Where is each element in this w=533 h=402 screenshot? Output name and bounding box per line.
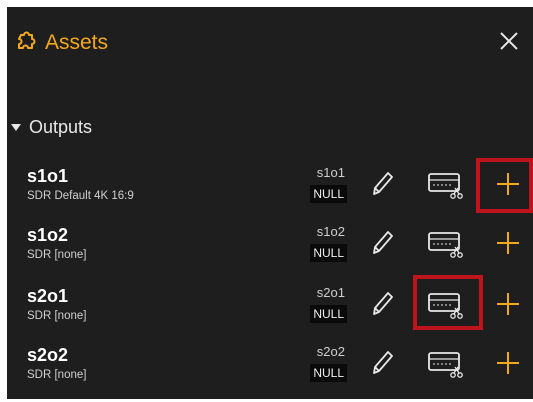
close-icon[interactable] [497, 29, 521, 53]
output-id: s1o1 [316, 165, 345, 180]
null-badge: NULL [310, 185, 347, 203]
output-subtitle: SDR [none] [27, 310, 87, 322]
clip-scissors-icon[interactable] [427, 230, 465, 260]
list-item[interactable]: s1o2 SDR [none] s1o2 NULL [7, 224, 533, 282]
list-item[interactable]: s2o1 SDR [none] s2o1 NULL [7, 285, 533, 343]
output-name: s1o2 [27, 225, 69, 245]
plus-icon[interactable] [495, 291, 521, 317]
plus-icon[interactable] [495, 230, 521, 256]
output-name: s2o2 [27, 345, 69, 365]
pencil-icon[interactable] [369, 348, 395, 378]
puzzle-icon [18, 31, 36, 49]
output-name: s1o1 [27, 166, 69, 186]
clip-scissors-icon[interactable] [427, 350, 465, 380]
pencil-icon[interactable] [369, 169, 395, 199]
pencil-icon[interactable] [369, 289, 395, 319]
assets-panel: Assets Outputs s1o1 SDR Default 4K 16:9 … [7, 7, 533, 399]
list-item[interactable]: s1o1 SDR Default 4K 16:9 s1o1 NULL [7, 165, 533, 223]
outputs-section-header[interactable]: Outputs [7, 115, 533, 143]
null-badge: NULL [310, 244, 347, 262]
list-item[interactable]: s2o2 SDR [none] s2o2 NULL [7, 344, 533, 402]
output-subtitle: SDR [none] [27, 369, 87, 381]
null-badge: NULL [310, 305, 347, 323]
output-subtitle: SDR [none] [27, 249, 87, 261]
clip-scissors-icon[interactable] [427, 171, 465, 201]
output-id: s2o1 [316, 285, 345, 300]
null-badge: NULL [310, 364, 347, 382]
output-name: s2o1 [27, 286, 69, 306]
section-title: Outputs [29, 117, 93, 137]
caret-down-icon[interactable] [11, 124, 21, 131]
clip-scissors-icon[interactable] [427, 291, 465, 321]
panel-title: Assets [45, 31, 109, 54]
output-id: s1o2 [316, 224, 345, 239]
plus-icon[interactable] [495, 350, 521, 376]
panel-header: Assets [7, 7, 533, 79]
output-subtitle: SDR Default 4K 16:9 [27, 190, 134, 202]
plus-icon[interactable] [495, 171, 521, 197]
pencil-icon[interactable] [369, 228, 395, 258]
output-id: s2o2 [316, 344, 345, 359]
